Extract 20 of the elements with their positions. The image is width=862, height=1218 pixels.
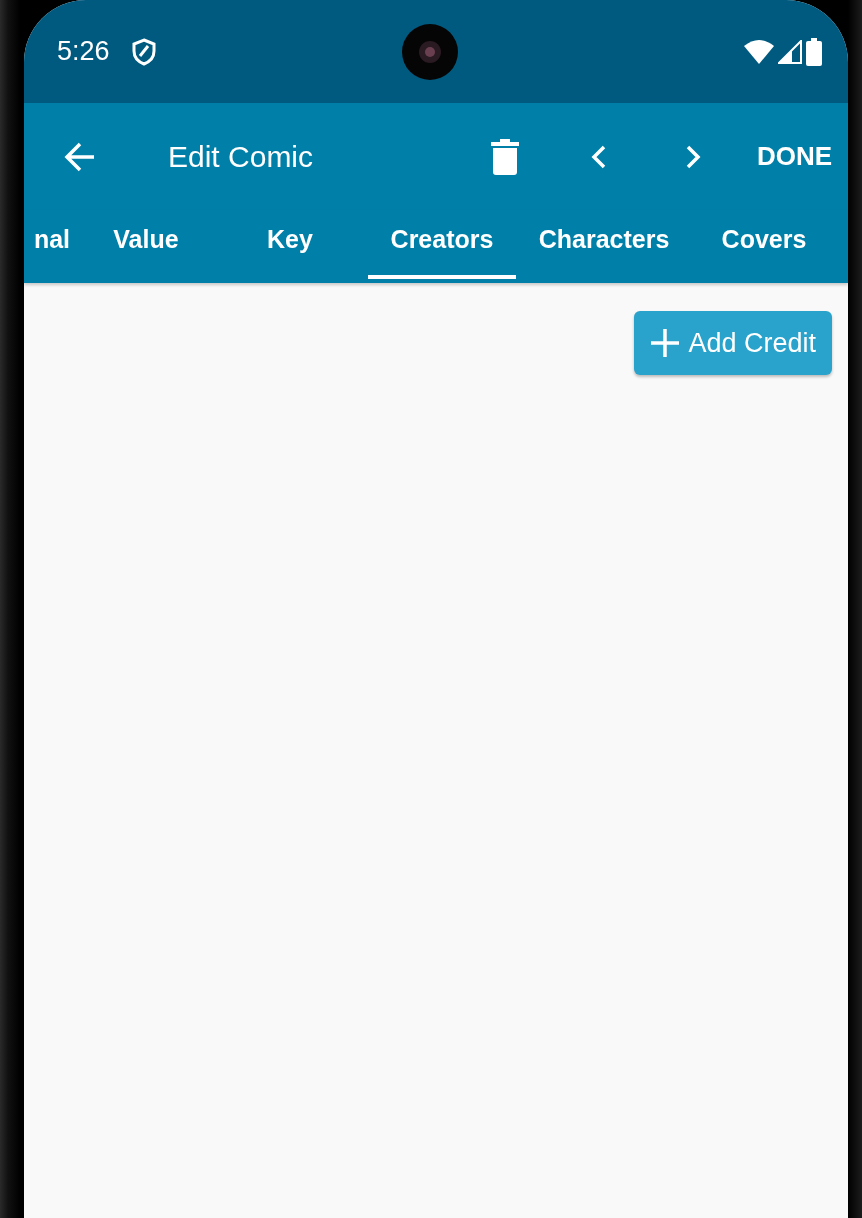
status-time: 5:26 [57,36,110,67]
tab[interactable]: nal [24,210,80,279]
screen-title: Edit Comic [168,139,314,174]
chevron-left-icon[interactable] [590,144,607,169]
tab[interactable]: Value [80,210,212,279]
wifi-icon [744,39,774,64]
camera-drawing [401,23,458,80]
tab[interactable]: Characters [516,210,692,279]
back-arrow-icon[interactable] [64,140,96,173]
add-credit-button[interactable]: Add Credit [634,311,832,375]
tab[interactable]: Covers [692,210,836,279]
signal-icon [778,39,802,64]
trash-icon[interactable] [490,138,519,175]
tab[interactable]: Creators [368,210,516,279]
battery-icon [806,37,822,66]
chevron-right-icon[interactable] [684,144,701,169]
done-button[interactable]: DONE [756,141,832,172]
tab[interactable]: Key [212,210,368,279]
shield-icon [131,37,156,66]
plus-icon [650,328,681,358]
